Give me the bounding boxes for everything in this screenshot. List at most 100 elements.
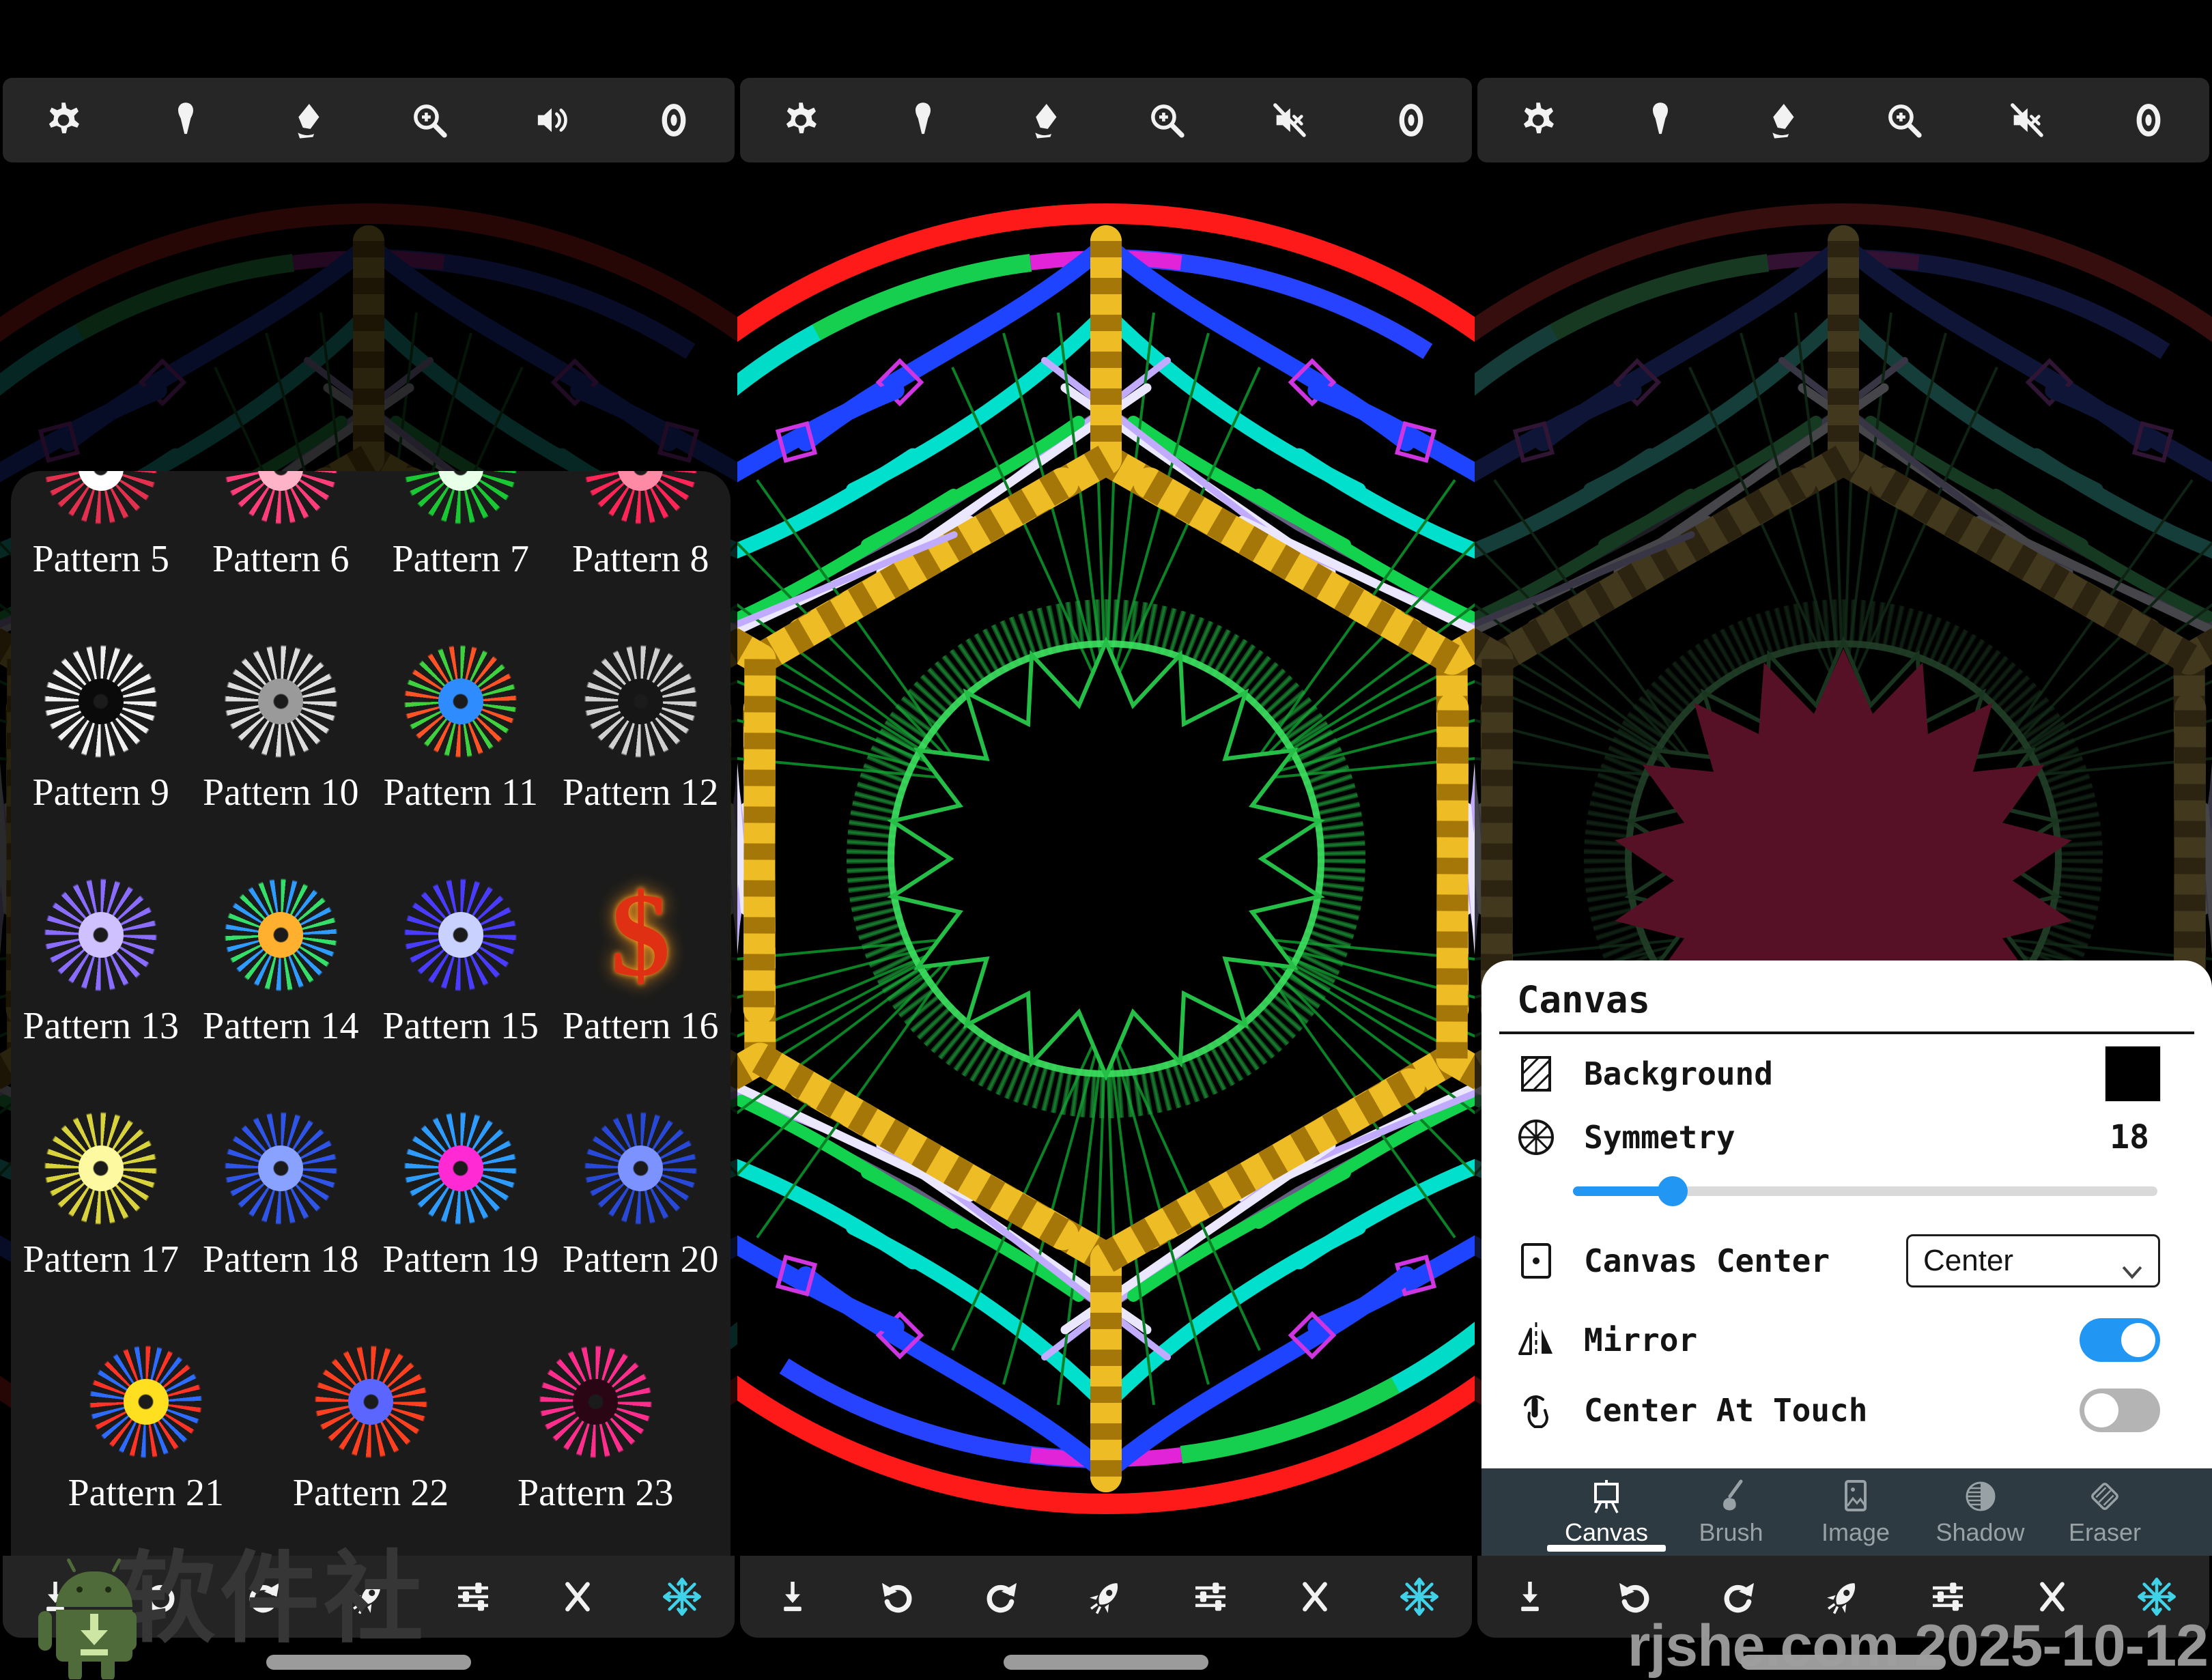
slider-thumb[interactable] xyxy=(1658,1176,1688,1206)
tab-shadow[interactable]: Shadow xyxy=(1918,1468,2043,1556)
pattern-item[interactable]: Pattern 13 xyxy=(11,863,191,1096)
settings-icon[interactable] xyxy=(1514,96,1563,145)
mirror-label: Mirror xyxy=(1584,1322,1697,1358)
pattern-item[interactable]: Pattern 18 xyxy=(191,1096,371,1330)
pattern-item[interactable]: Pattern 15 xyxy=(371,863,551,1096)
center-at-touch-toggle[interactable] xyxy=(2080,1389,2160,1432)
watermark-stamp: rjshe.com 2025-10-12 xyxy=(1628,1612,2208,1680)
tab-image[interactable]: Image xyxy=(1793,1468,1918,1556)
mirror-row: Mirror xyxy=(1514,1307,2160,1373)
pattern-item[interactable]: Pattern 14 xyxy=(191,863,371,1096)
canvas-center-dropdown[interactable]: Center xyxy=(1906,1234,2160,1287)
pattern-item[interactable]: Pattern 8 xyxy=(551,471,731,629)
eye-icon[interactable] xyxy=(2124,96,2173,145)
tab-canvas[interactable]: Canvas xyxy=(1544,1468,1669,1556)
eraser-icon[interactable] xyxy=(1021,96,1070,145)
zoom-in-icon[interactable] xyxy=(1142,96,1191,145)
eye-icon[interactable] xyxy=(1387,96,1436,145)
pattern-thumbnail xyxy=(394,1102,527,1235)
undo-icon[interactable] xyxy=(873,1572,922,1621)
tab-label: Brush xyxy=(1699,1518,1763,1547)
volume-on-icon[interactable] xyxy=(527,96,576,145)
mirror-toggle[interactable] xyxy=(2080,1318,2160,1362)
pattern-item[interactable]: Pattern 12 xyxy=(551,629,731,863)
snowflake-icon[interactable] xyxy=(1395,1572,1444,1621)
marker-icon[interactable] xyxy=(898,96,948,145)
pattern-thumbnail xyxy=(34,635,167,768)
eraser-icon[interactable] xyxy=(1758,96,1807,145)
pattern-thumbnail xyxy=(574,1102,707,1235)
settings-icon[interactable] xyxy=(39,96,88,145)
download-icon[interactable] xyxy=(1505,1572,1555,1621)
settings-tab-bar: Canvas Brush Image Shadow Eraser xyxy=(1481,1468,2212,1556)
eye-icon[interactable] xyxy=(649,96,698,145)
pattern-thumbnail xyxy=(214,635,348,768)
pattern-item[interactable]: Pattern 11 xyxy=(371,629,551,863)
tab-brush[interactable]: Brush xyxy=(1669,1468,1793,1556)
pattern-item[interactable]: Pattern 22 xyxy=(281,1330,461,1556)
pattern-item[interactable]: Pattern 20 xyxy=(551,1096,731,1330)
tab-eraser[interactable]: Eraser xyxy=(2043,1468,2167,1556)
pattern-item[interactable]: Pattern 19 xyxy=(371,1096,551,1330)
pattern-item[interactable]: Pattern 5 xyxy=(11,471,191,629)
close-icon[interactable] xyxy=(553,1572,602,1621)
pattern-item[interactable]: Pattern 23 xyxy=(506,1330,685,1556)
close-icon[interactable] xyxy=(1290,1572,1339,1621)
panel-title: Canvas xyxy=(1517,978,1650,1021)
tab-label: Canvas xyxy=(1565,1518,1648,1547)
eraser-icon[interactable] xyxy=(283,96,332,145)
download-icon[interactable] xyxy=(768,1572,817,1621)
pattern-thumbnail xyxy=(304,1335,438,1468)
redo-icon[interactable] xyxy=(977,1572,1026,1621)
pattern-item[interactable]: Pattern 9 xyxy=(11,629,191,863)
phone-screen-middle xyxy=(737,0,1475,1679)
tab-label: Eraser xyxy=(2069,1518,2141,1547)
canvas-center-label: Canvas Center xyxy=(1584,1242,1830,1279)
pattern-item[interactable]: Pattern 7 xyxy=(371,471,551,629)
phone-screen-left: Pattern 5Pattern 6Pattern 7Pattern 8Patt… xyxy=(0,0,737,1679)
home-indicator[interactable] xyxy=(1004,1655,1208,1670)
background-label: Background xyxy=(1584,1055,1773,1092)
snowflake-icon[interactable] xyxy=(657,1572,707,1621)
rocket-icon[interactable] xyxy=(1081,1572,1131,1621)
canvas-center-row: Canvas Center Center xyxy=(1514,1228,2160,1294)
pattern-thumbnail xyxy=(34,1102,167,1235)
pattern-label: Pattern 21 xyxy=(68,1472,224,1513)
canvas-center-icon xyxy=(1514,1239,1558,1283)
tab-label: Image xyxy=(1821,1518,1890,1547)
pattern-item[interactable]: Pattern 10 xyxy=(191,629,371,863)
pattern-thumbnail xyxy=(34,868,167,1001)
pattern-thumbnail xyxy=(79,1335,212,1468)
tune-icon[interactable] xyxy=(1186,1572,1235,1621)
background-color-swatch[interactable] xyxy=(2105,1047,2160,1101)
pattern-item[interactable]: $Pattern 16 xyxy=(551,863,731,1096)
volume-muted-icon[interactable] xyxy=(2002,96,2051,145)
zoom-in-icon[interactable] xyxy=(1880,96,1929,145)
pattern-label: Pattern 14 xyxy=(203,1006,359,1047)
tune-icon[interactable] xyxy=(449,1572,498,1621)
pattern-thumbnail xyxy=(574,471,707,535)
drawing-canvas[interactable] xyxy=(737,162,1475,1556)
android-robot-watermark xyxy=(38,1561,154,1679)
background-hatch-icon xyxy=(1514,1052,1558,1096)
zoom-in-icon[interactable] xyxy=(405,96,454,145)
home-indicator[interactable] xyxy=(266,1655,471,1670)
bottom-toolbar xyxy=(740,1556,1472,1638)
pattern-sheet[interactable]: Pattern 5Pattern 6Pattern 7Pattern 8Patt… xyxy=(11,471,731,1556)
symmetry-slider[interactable] xyxy=(1573,1176,2157,1206)
marker-icon[interactable] xyxy=(161,96,210,145)
settings-icon[interactable] xyxy=(776,96,825,145)
top-toolbar xyxy=(740,78,1472,162)
symmetry-value: 18 xyxy=(2110,1118,2160,1156)
top-toolbar xyxy=(3,78,735,162)
pattern-item[interactable]: Pattern 17 xyxy=(11,1096,191,1330)
marker-icon[interactable] xyxy=(1636,96,1685,145)
divider xyxy=(1499,1031,2194,1034)
pattern-thumbnail xyxy=(394,471,527,535)
pattern-thumbnail xyxy=(394,868,527,1001)
pattern-label: Pattern 19 xyxy=(382,1239,539,1280)
pattern-item[interactable]: Pattern 21 xyxy=(56,1330,236,1556)
pattern-item[interactable]: Pattern 6 xyxy=(191,471,371,629)
pattern-label: Pattern 18 xyxy=(203,1239,359,1280)
volume-muted-icon[interactable] xyxy=(1264,96,1314,145)
